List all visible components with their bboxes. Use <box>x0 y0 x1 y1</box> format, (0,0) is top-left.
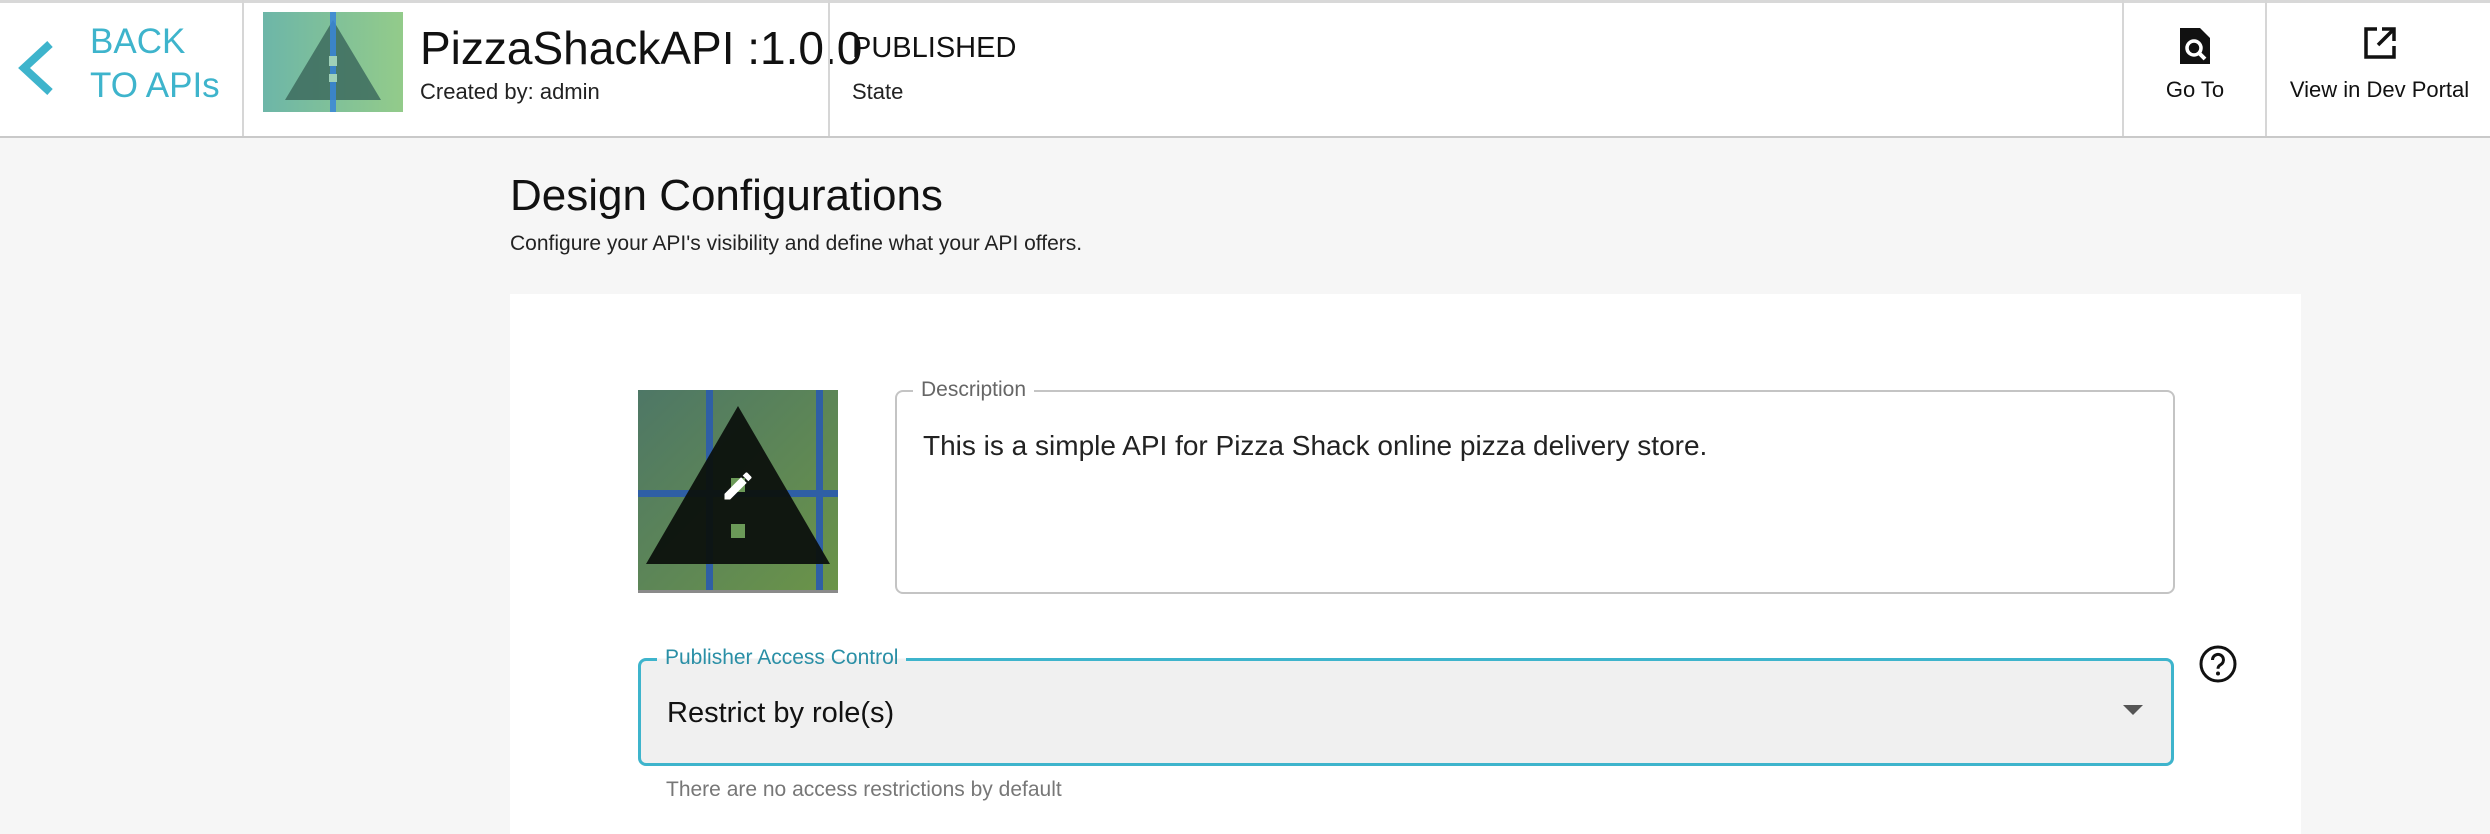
view-in-dev-portal-label: View in Dev Portal <box>2289 77 2470 102</box>
go-to-label: Go To <box>2165 77 2225 102</box>
created-by-text: Created by: admin <box>420 79 600 104</box>
pencil-icon <box>724 472 752 500</box>
description-label: Description <box>913 376 1035 404</box>
view-in-dev-portal-button[interactable]: View in Dev Portal <box>2265 0 2490 136</box>
back-to-apis-button[interactable]: BACK TO APIs <box>0 0 244 136</box>
api-thumbnail <box>263 12 403 112</box>
description-field[interactable]: Description This is a simple API for Piz… <box>895 376 2175 594</box>
lifecycle-state: PUBLISHED State <box>828 0 2124 136</box>
publisher-access-control-value: Restrict by role(s) <box>667 697 895 729</box>
publisher-access-control-select[interactable]: Publisher Access Control Restrict by rol… <box>638 644 2174 766</box>
help-circle-icon[interactable] <box>2198 644 2238 684</box>
find-in-page-icon <box>2180 28 2210 64</box>
back-to-apis-label: BACK TO APIs <box>90 22 220 105</box>
description-value: This is a simple API for Pizza Shack onl… <box>923 430 1708 461</box>
caret-down-icon <box>2123 705 2143 715</box>
publisher-access-control-label: Publisher Access Control <box>657 644 907 672</box>
chevron-left-icon <box>18 41 53 95</box>
api-thumbnail-edit[interactable] <box>638 390 838 593</box>
state-label: State <box>852 79 904 104</box>
page-title: Design Configurations <box>510 171 943 220</box>
api-name-title: PizzaShackAPI :1.0.0 <box>420 22 863 74</box>
page-subtitle: Configure your API's visibility and defi… <box>510 232 1083 255</box>
access-control-helper-text: There are no access restrictions by defa… <box>666 778 1062 801</box>
state-value: PUBLISHED <box>852 32 1017 64</box>
go-to-button[interactable]: Go To <box>2122 0 2266 136</box>
open-in-new-icon <box>2363 27 2396 59</box>
top-header: BACK TO APIs PizzaShackAPI :1.0.0 Create… <box>0 0 2490 138</box>
